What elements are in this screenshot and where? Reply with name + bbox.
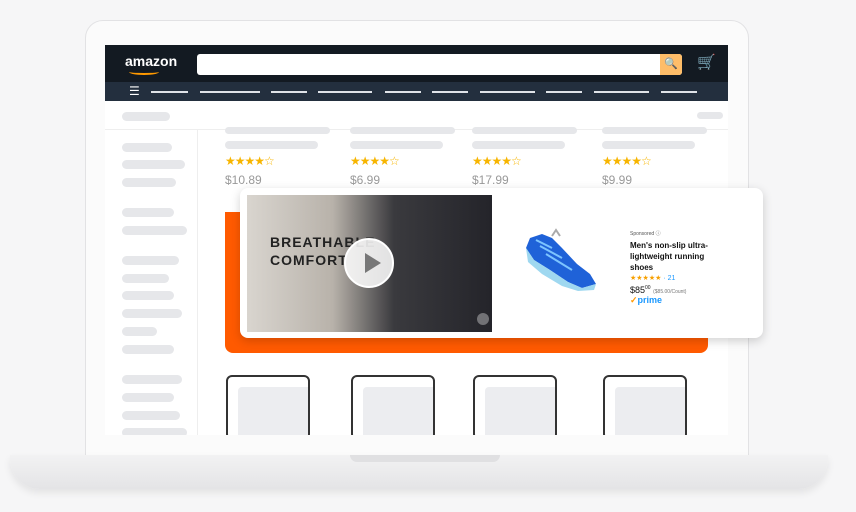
filter-item[interactable] [122, 143, 172, 152]
sort-placeholder [697, 112, 723, 119]
search-icon: 🔍 [664, 58, 678, 70]
nav-item[interactable] [546, 91, 582, 93]
nav-item[interactable] [385, 91, 421, 93]
nav-item[interactable] [480, 91, 535, 93]
product-price: $17.99 [472, 173, 509, 187]
ad-rating-stars: ★★★★★ [630, 275, 662, 282]
ad-product-info: Sponsored ⓘ Men's non-slip ultra-lightwe… [630, 230, 750, 306]
nav-item[interactable] [200, 91, 260, 93]
product-image-placeholder[interactable] [473, 375, 557, 435]
product-price: $9.99 [602, 173, 633, 187]
menu-icon[interactable]: ☰ [129, 84, 140, 98]
filter-item[interactable] [122, 327, 157, 336]
product-image-placeholder[interactable] [603, 375, 687, 435]
running-shoe-image[interactable] [522, 226, 600, 291]
filter-item[interactable] [122, 291, 174, 300]
mute-icon[interactable] [477, 313, 489, 325]
play-button-icon[interactable] [344, 238, 394, 288]
filter-item[interactable] [122, 226, 187, 235]
rating-stars: ★★★★☆ [350, 154, 400, 168]
nav-item[interactable] [661, 91, 697, 93]
filter-item[interactable] [122, 160, 185, 169]
breadcrumb-placeholder [122, 112, 170, 121]
ad-price: $85 [630, 285, 646, 295]
filter-item[interactable] [122, 309, 182, 318]
nav-item[interactable] [151, 91, 188, 93]
product-price: $10.89 [225, 173, 262, 187]
nav-item[interactable] [594, 91, 649, 93]
filter-item[interactable] [122, 178, 176, 187]
laptop-base [10, 455, 828, 489]
product-image-placeholder[interactable] [351, 375, 435, 435]
filter-item[interactable] [122, 256, 179, 265]
filter-item[interactable] [122, 208, 174, 217]
prime-badge: prime [637, 295, 663, 305]
search-input[interactable] [197, 54, 682, 75]
rating-stars: ★★★★☆ [472, 154, 522, 168]
nav-item[interactable] [432, 91, 468, 93]
rating-stars: ★★★★☆ [602, 154, 652, 168]
cart-icon[interactable]: 🛒 [697, 53, 716, 71]
sponsored-label: Sponsored ⓘ [630, 231, 661, 237]
filter-item[interactable] [122, 274, 169, 283]
laptop-notch [350, 455, 500, 462]
filter-item[interactable] [122, 428, 187, 435]
sponsored-video-ad[interactable]: BREATHABLE COMFORT Sponsored ⓘ Men's non-… [240, 188, 763, 338]
filter-item[interactable] [122, 411, 180, 420]
top-nav: amazon 🔍 🛒 [105, 45, 728, 82]
category-nav: ☰ [105, 82, 728, 101]
search-button[interactable]: 🔍 [660, 54, 682, 75]
product-price: $6.99 [350, 173, 381, 187]
sidebar-divider [197, 129, 198, 435]
ad-product-title[interactable]: Men's non-slip ultra-lightweight running… [630, 240, 710, 273]
filter-item[interactable] [122, 345, 174, 354]
nav-item[interactable] [318, 91, 372, 93]
rating-stars: ★★★★☆ [225, 154, 275, 168]
amazon-logo[interactable]: amazon [125, 53, 177, 69]
filter-item[interactable] [122, 393, 174, 402]
ad-video[interactable]: BREATHABLE COMFORT [247, 195, 492, 332]
review-count[interactable]: 21 [668, 275, 676, 282]
amazon-smile-icon [129, 69, 159, 75]
filter-item[interactable] [122, 375, 182, 384]
nav-item[interactable] [271, 91, 307, 93]
prime-check-icon: ✓ [630, 295, 638, 305]
product-image-placeholder[interactable] [226, 375, 310, 435]
